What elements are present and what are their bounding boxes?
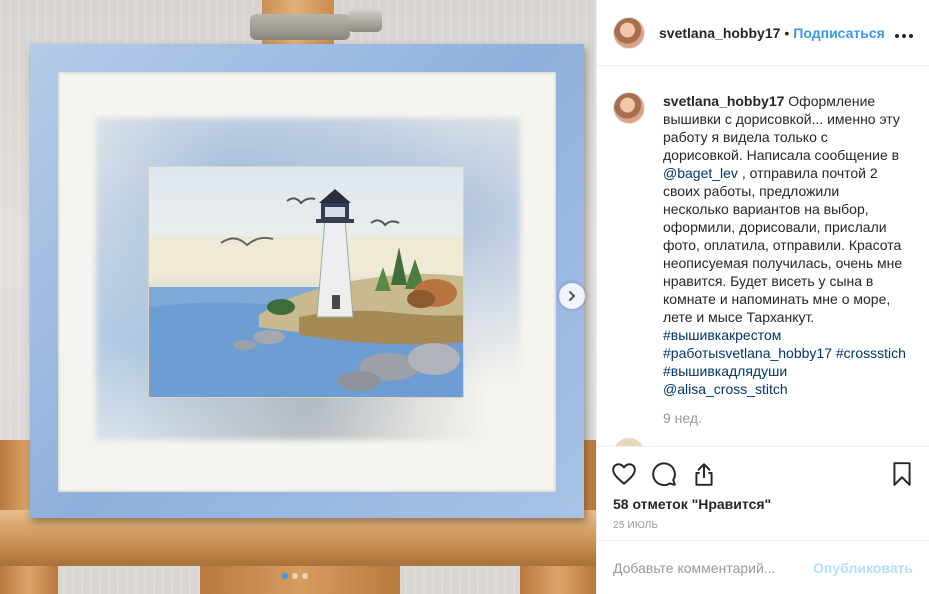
avatar[interactable]	[613, 16, 645, 49]
easel-shelf	[0, 510, 596, 566]
post-date: 25 ИЮЛЬ	[613, 520, 659, 531]
heart-icon[interactable]	[611, 461, 637, 487]
caption-timestamp: 9 нед.	[663, 410, 702, 426]
hashtag-list: #вышивкакрестом #работыsvetlana_hobby17 …	[663, 326, 907, 398]
carousel-next-button[interactable]	[559, 283, 585, 309]
post-media[interactable]	[0, 0, 596, 594]
comments-scroll-area[interactable]: svetlana_hobby17 Оформление вышивки с до…	[597, 66, 929, 446]
caption-row: svetlana_hobby17 Оформление вышивки с до…	[613, 92, 913, 398]
likes-count[interactable]: 58 отметок "Нравится"	[597, 496, 929, 512]
mention-link[interactable]: @alisa_cross_stitch	[663, 381, 788, 397]
lighthouse-scene	[149, 189, 463, 397]
comment-form: Опубликовать	[597, 540, 929, 594]
bookmark-icon[interactable]	[889, 461, 915, 487]
hashtag-link[interactable]: #crossstich	[836, 345, 906, 361]
publish-comment-button[interactable]: Опубликовать	[813, 560, 913, 576]
lighthouse-embroidery	[148, 166, 464, 398]
instagram-post-view: svetlana_hobby17 • Подписаться svetlana_…	[0, 0, 929, 594]
chevron-right-icon	[569, 291, 576, 301]
mention-link[interactable]: @baget_lev	[663, 165, 738, 181]
hashtag-link[interactable]: #вышивкадлядуши	[663, 363, 787, 379]
caption-avatar[interactable]	[613, 92, 645, 124]
caption-text: svetlana_hobby17 Оформление вышивки с до…	[663, 92, 907, 398]
carousel-dot-1	[282, 573, 288, 579]
header-separator: •	[784, 24, 790, 41]
carousel-indicator	[282, 573, 308, 579]
more-options-icon[interactable]	[895, 22, 913, 43]
post-side-panel: svetlana_hobby17 • Подписаться svetlana_…	[596, 0, 929, 594]
hashtag-link[interactable]: #работыsvetlana_hobby17	[663, 345, 832, 361]
comment-input[interactable]	[613, 559, 814, 576]
author-username[interactable]: svetlana_hobby17	[659, 25, 780, 41]
comment-icon[interactable]	[651, 461, 677, 487]
carousel-dot-3	[302, 573, 308, 579]
post-header: svetlana_hobby17 • Подписаться	[597, 0, 929, 66]
next-comment-avatar[interactable]	[613, 438, 645, 446]
easel-base	[200, 566, 400, 594]
action-bar	[597, 446, 929, 500]
follow-button[interactable]: Подписаться	[793, 25, 885, 41]
hashtag-link[interactable]: #вышивкакрестом	[663, 327, 781, 343]
easel-clamp	[250, 14, 350, 40]
caption-body-2: , отправила почтой 2 своих работы, предл…	[663, 165, 903, 325]
share-icon[interactable]	[691, 461, 717, 487]
caption-username[interactable]: svetlana_hobby17	[663, 93, 784, 109]
easel-clamp-knob	[348, 10, 382, 32]
carousel-dot-2	[292, 573, 298, 579]
